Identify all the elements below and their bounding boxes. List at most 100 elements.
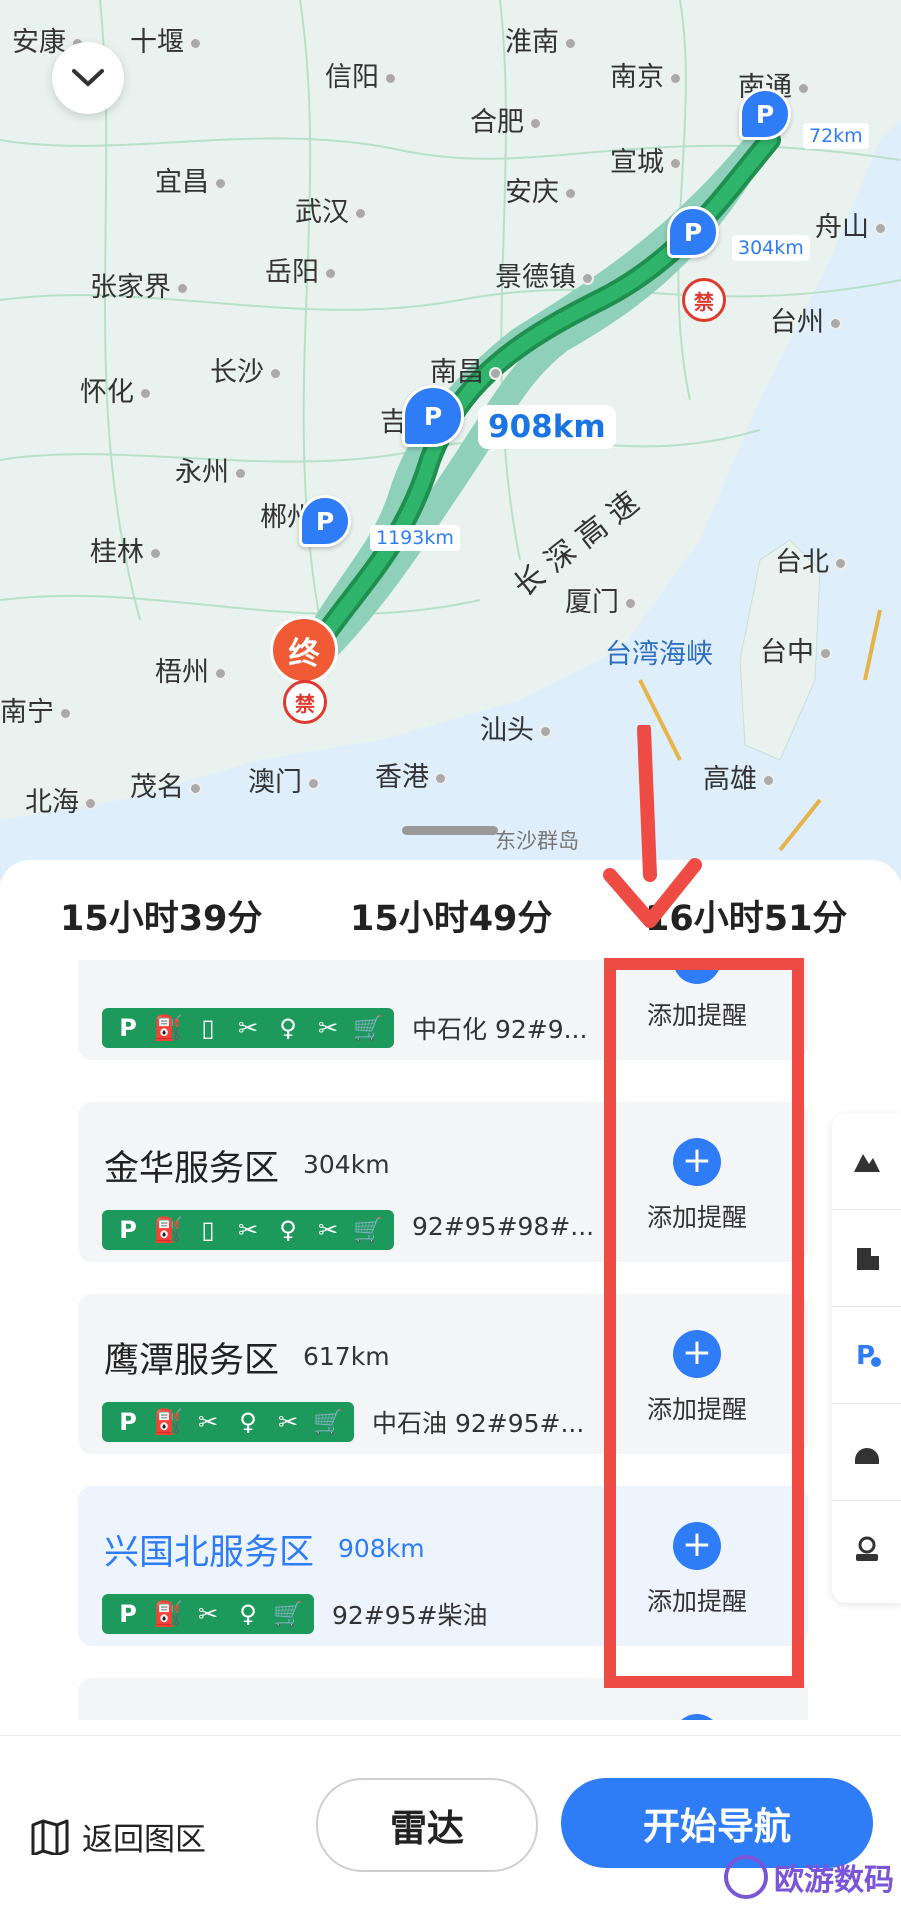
city-name: 信阳 (325, 62, 379, 93)
watermark: 欧游数码 (724, 1855, 894, 1899)
city-label: 香港 (375, 755, 447, 794)
service-area-icon: P (856, 1341, 881, 1370)
add-reminder-button[interactable]: +添加提醒 (622, 1714, 772, 1720)
city-name: 合肥 (470, 107, 524, 138)
location-pin-icon (855, 1536, 878, 1561)
watermark-text: 欧游数码 (774, 1863, 894, 1898)
city-label: 厦门 (565, 580, 637, 619)
city-name: 汕头 (480, 715, 534, 746)
city-dot-icon (189, 37, 202, 50)
city-name: 安康 (12, 27, 66, 58)
city-name: 南京 (610, 62, 664, 93)
city-dot-icon (307, 777, 320, 790)
facility-icon: 🛒 (313, 1408, 343, 1436)
facility-icon: ▯ (201, 1216, 215, 1244)
city-label: 台州 (770, 300, 842, 339)
map-tools-panel: P (832, 1113, 901, 1603)
collapse-map-button[interactable] (52, 42, 124, 114)
building-icon (856, 1248, 879, 1270)
city-dot-icon (529, 117, 542, 130)
building-tool[interactable] (832, 1210, 901, 1307)
city-dot-icon (149, 547, 162, 560)
facility-icon: P (119, 1408, 137, 1436)
city-label: 安庆 (505, 170, 577, 209)
location-tool[interactable] (832, 1501, 901, 1597)
fuel-info: 中石化 92#9... (412, 1015, 588, 1044)
city-dot-icon (84, 797, 97, 810)
tab-route-1[interactable]: 15小时39分 (60, 890, 262, 941)
city-dot-icon (564, 187, 577, 200)
facility-icon: 🛒 (353, 1014, 383, 1042)
fuel-info: 92#95#柴油 (332, 1601, 488, 1630)
service-area-marker[interactable]: P (402, 385, 464, 447)
city-name: 舟山 (815, 212, 869, 243)
city-dot-icon (829, 317, 842, 330)
service-area-distance: 617km (303, 1342, 390, 1371)
city-dot-icon (214, 177, 227, 190)
tab-route-2[interactable]: 15小时49分 (350, 890, 552, 941)
terrain-tool[interactable] (832, 1113, 901, 1210)
back-to-map-button[interactable]: 返回图区 (30, 1814, 206, 1859)
city-name: 南宁 (0, 697, 54, 728)
marker-distance-label: 908km (478, 405, 616, 449)
city-name: 岳阳 (265, 257, 319, 288)
highlight-box (604, 958, 804, 1688)
radar-button[interactable]: 雷达 (316, 1778, 538, 1872)
city-name: 台北 (775, 547, 829, 578)
facility-icon: ✂ (237, 1216, 259, 1244)
city-name: 香港 (375, 762, 429, 793)
city-name: 永州 (175, 457, 229, 488)
plus-icon: + (673, 1714, 721, 1720)
city-name: 宜昌 (155, 167, 209, 198)
city-name: 怀化 (80, 377, 134, 408)
route-map[interactable]: 安康十堰淮南信阳南京南通合肥宜昌宣城武汉安庆舟山张家界岳阳景德镇台州长沙南昌怀化… (0, 0, 901, 880)
service-area-marker[interactable]: P (299, 495, 351, 547)
city-label: 梧州 (155, 650, 227, 689)
city-name: 梧州 (155, 657, 209, 688)
facility-icon: ♀ (279, 1014, 297, 1042)
city-name: 北海 (25, 787, 79, 818)
city-dot-icon (59, 707, 72, 720)
city-label: 北海 (25, 780, 97, 819)
drag-handle[interactable] (402, 826, 498, 835)
facility-icon: ⛽ (153, 1216, 183, 1244)
facility-icon: ▯ (201, 1014, 215, 1042)
city-name: 澳门 (248, 767, 302, 798)
city-label: 南昌 (430, 350, 502, 389)
city-label: 张家界 (90, 265, 189, 304)
facility-icons: P ⛽ ✂ ♀ ✂ 🛒 (102, 1402, 354, 1442)
city-label: 岳阳 (265, 250, 337, 289)
facility-icon: ♀ (279, 1216, 297, 1244)
mountain-icon (853, 1154, 880, 1172)
facility-icon: ✂ (277, 1408, 299, 1436)
city-dot-icon (797, 82, 810, 95)
weather-tool[interactable] (832, 1404, 901, 1501)
service-area-marker[interactable]: P (667, 206, 719, 258)
city-label: 合肥 (470, 100, 542, 139)
city-dot-icon (176, 282, 189, 295)
marker-distance-label: 1193km (370, 525, 460, 551)
service-area-marker[interactable]: P (739, 88, 791, 140)
city-dot-icon (214, 667, 227, 680)
city-dot-icon (762, 774, 775, 787)
city-dot-icon (489, 367, 502, 380)
city-label: 澳门 (248, 760, 320, 799)
fuel-info: 92#95#98#... (412, 1212, 595, 1241)
city-label: 台北 (775, 540, 847, 579)
facility-icons: P ⛽ ✂ ♀ 🛒 (102, 1594, 314, 1634)
city-dot-icon (269, 367, 282, 380)
city-label: 舟山 (815, 205, 887, 244)
parking-service-tool[interactable]: P (832, 1307, 901, 1404)
svg-text:P: P (856, 1341, 875, 1370)
city-label: 宣城 (610, 140, 682, 179)
city-dot-icon (189, 782, 202, 795)
destination-pin[interactable]: 终 (270, 616, 338, 684)
city-name: 台中 (760, 637, 814, 668)
facility-icon: ✂ (317, 1014, 339, 1042)
city-dot-icon (819, 647, 832, 660)
facility-icon: ♀ (239, 1600, 257, 1628)
facility-icons: P ⛽ ▯ ✂ ♀ ✂ 🛒 (102, 1008, 394, 1048)
service-area-distance: 908km (338, 1534, 425, 1563)
marker-distance-label: 304km (732, 235, 810, 261)
city-name: 张家界 (90, 272, 171, 303)
